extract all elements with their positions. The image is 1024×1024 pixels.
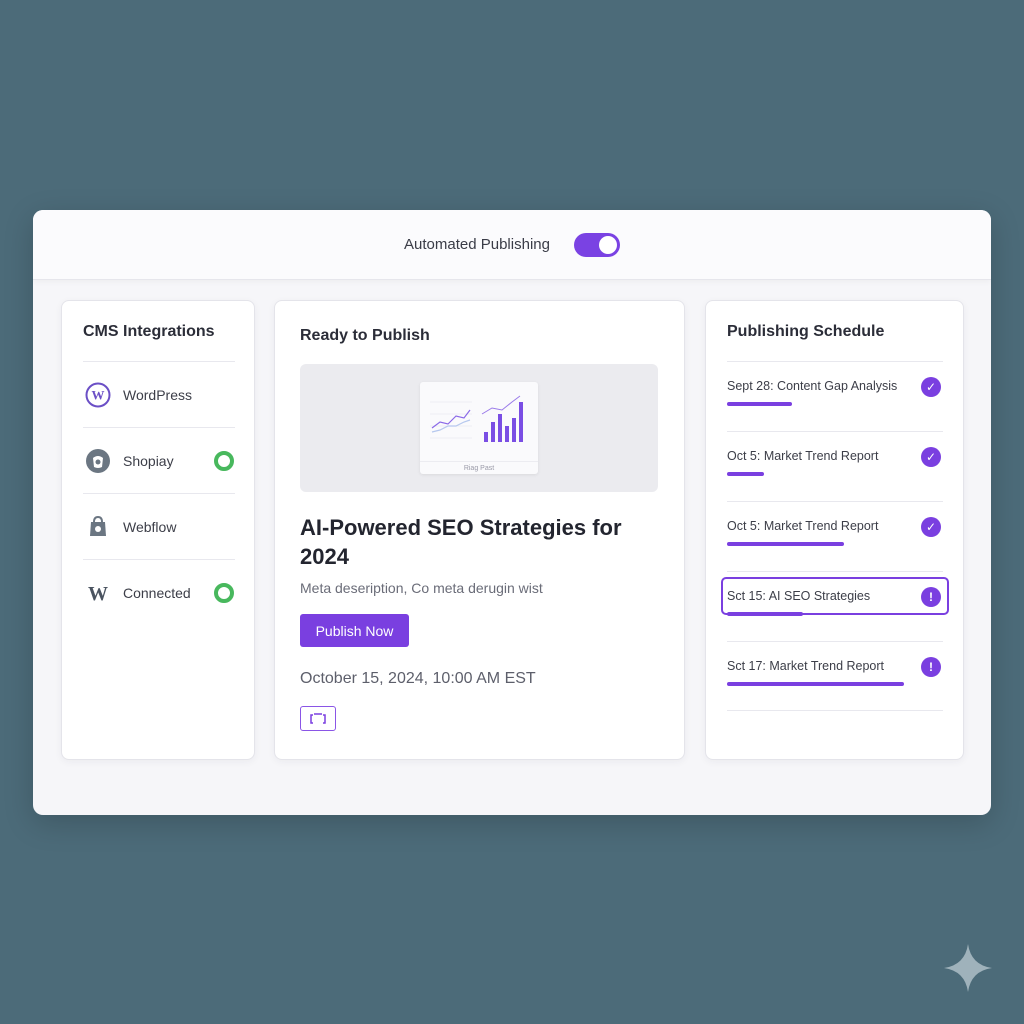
cms-name-connected: Connected xyxy=(123,584,191,601)
sparkle-icon xyxy=(944,944,992,992)
scheduled-date: October 15, 2024, 10:00 AM EST xyxy=(300,670,536,687)
cms-item-webflow[interactable]: Webflow xyxy=(83,493,235,559)
schedule-item-label: Sct 17: Market Trend Report xyxy=(727,659,885,673)
schedule-list: Sept 28: Content Gap Analysis ✓ Oct 5: M… xyxy=(721,361,949,711)
cms-panel-title: CMS Integrations xyxy=(83,323,215,340)
cms-integrations-panel: CMS Integrations W WordPress Shopiay Web… xyxy=(61,300,255,760)
calendar-button[interactable] xyxy=(300,706,336,731)
webflow-icon xyxy=(85,514,111,540)
automated-publishing-toggle[interactable] xyxy=(573,232,620,257)
schedule-item[interactable]: Sept 28: Content Gap Analysis ✓ xyxy=(727,361,943,431)
schedule-item[interactable]: Oct 5: Market Trend Report ✓ xyxy=(727,501,943,571)
automated-publishing-label: Automated Publishing xyxy=(404,236,550,253)
cms-name-wordpress: WordPress xyxy=(123,386,192,403)
check-icon: ✓ xyxy=(921,517,941,537)
cms-item-wordpress[interactable]: W WordPress xyxy=(83,361,235,427)
cms-item-shopify[interactable]: Shopiay xyxy=(83,427,235,493)
svg-text:W: W xyxy=(88,583,108,605)
connected-status-icon xyxy=(214,450,234,471)
check-icon: ✓ xyxy=(921,447,941,467)
schedule-progress-bar xyxy=(727,612,803,616)
publish-now-button[interactable]: Publish Now xyxy=(300,614,409,647)
cms-item-connected[interactable]: W Connected xyxy=(83,559,235,625)
ready-to-publish-panel: Ready to Publish Riag Past AI-Powered SE… xyxy=(274,300,685,760)
schedule-progress-bar xyxy=(727,682,904,686)
schedule-item-label: Oct 5: Market Trend Report xyxy=(727,449,879,463)
svg-text:W: W xyxy=(92,387,105,402)
article-preview-image: Riag Past xyxy=(300,364,658,492)
cms-name-shopify: Shopiay xyxy=(123,452,174,469)
meta-description: Meta deseription, Co meta derugin wist xyxy=(300,580,543,596)
schedule-item-label: Sct 15: AI SEO Strategies xyxy=(727,589,871,603)
publishing-schedule-panel: Publishing Schedule Sept 28: Content Gap… xyxy=(705,300,964,760)
schedule-item[interactable]: Sct 17: Market Trend Report ! xyxy=(727,641,943,711)
publish-panel-title: Ready to Publish xyxy=(300,327,430,344)
schedule-progress-bar xyxy=(727,472,764,476)
article-title: AI-Powered SEO Strategies for 2024 xyxy=(300,515,622,569)
cms-list: W WordPress Shopiay Webflow W Connected xyxy=(83,361,235,625)
alert-icon: ! xyxy=(921,587,941,607)
alert-icon: ! xyxy=(921,657,941,677)
calendar-icon xyxy=(310,712,326,724)
schedule-progress-bar xyxy=(727,402,792,406)
schedule-panel-title: Publishing Schedule xyxy=(727,323,885,340)
cms-name-webflow: Webflow xyxy=(123,518,177,535)
wordpress-icon: W xyxy=(85,382,111,408)
schedule-progress-bar xyxy=(727,542,844,546)
schedule-item-label: Sept 28: Content Gap Analysis xyxy=(727,379,898,393)
preview-chart-thumbnail xyxy=(430,395,523,442)
topbar: Automated Publishing xyxy=(33,210,991,280)
w-logo-icon: W xyxy=(85,580,111,606)
toggle-knob xyxy=(598,235,617,254)
schedule-item[interactable]: Oct 5: Market Trend Report ✓ xyxy=(727,431,943,501)
preview-chart-card: Riag Past xyxy=(420,382,538,474)
schedule-item-selected[interactable]: Sct 15: AI SEO Strategies ! xyxy=(721,571,949,641)
shopify-icon xyxy=(85,448,111,474)
connected-status-icon xyxy=(214,582,234,603)
app-window: Automated Publishing CMS Integrations W … xyxy=(33,210,991,815)
schedule-item-label: Oct 5: Market Trend Report xyxy=(727,519,879,533)
check-icon: ✓ xyxy=(921,377,941,397)
preview-caption: Riag Past xyxy=(420,461,538,472)
